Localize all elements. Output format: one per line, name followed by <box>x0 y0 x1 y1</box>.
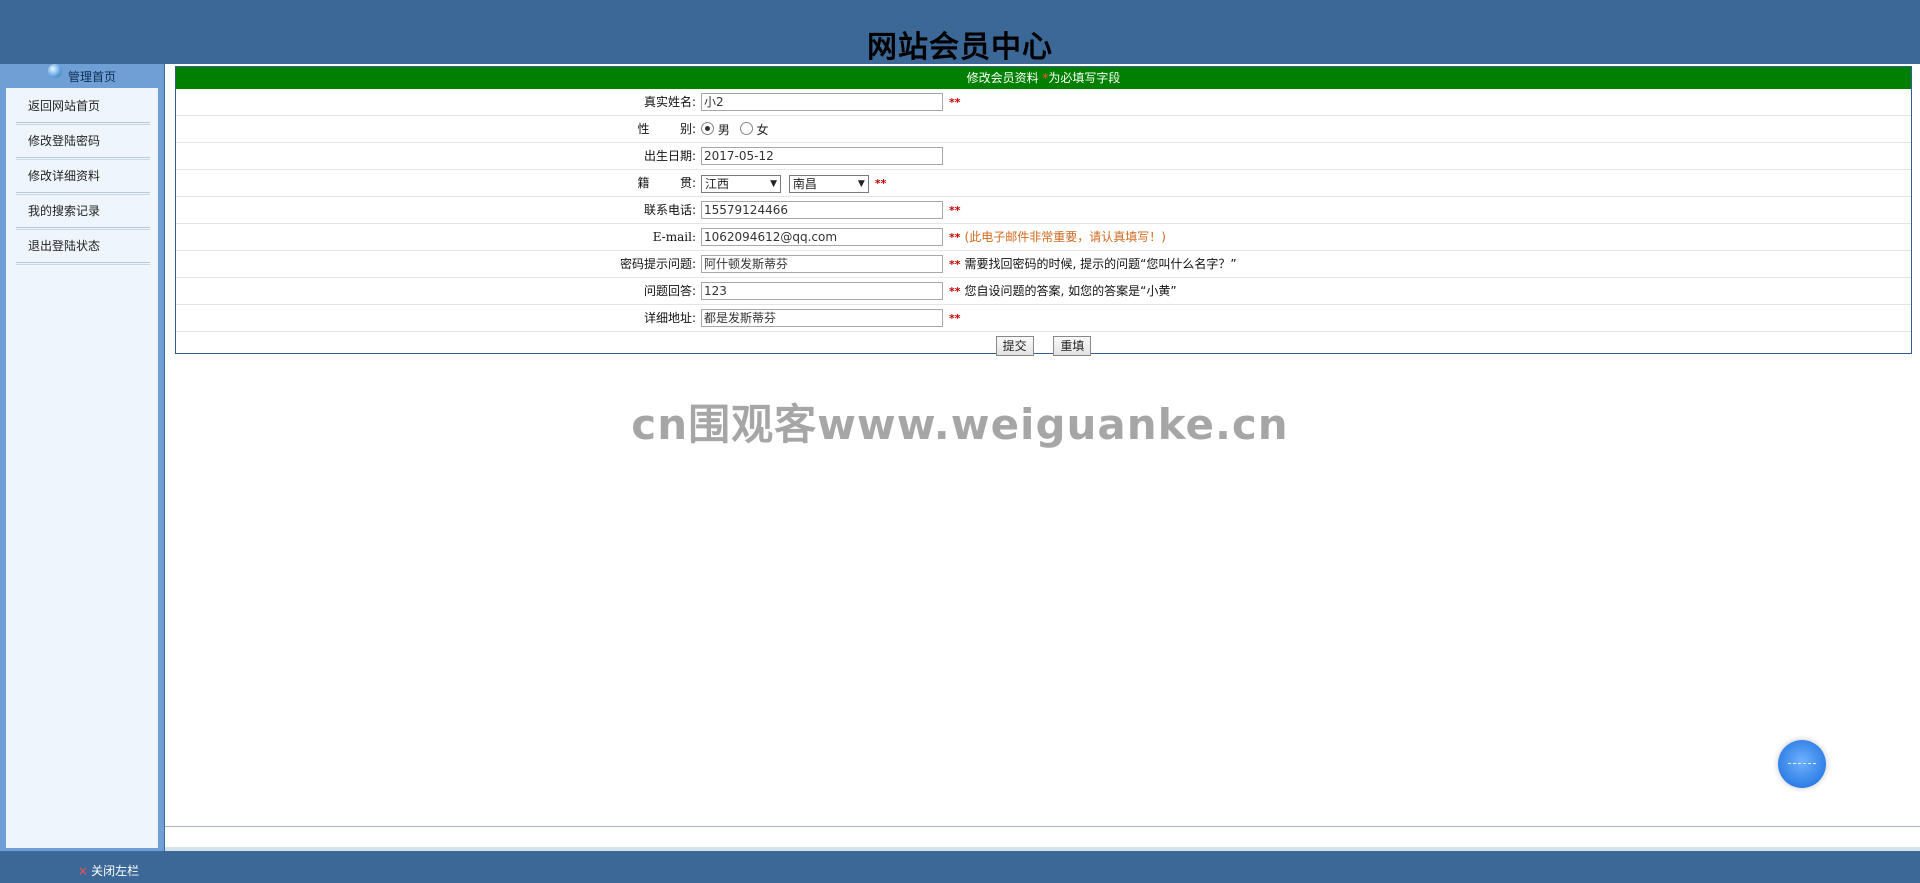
watermark: cn围观客www.weiguanke.cn <box>631 400 1289 449</box>
sidebar-item-change-password[interactable]: 修改登陆密码 <box>16 123 150 160</box>
native-place-label: 籍 贯: <box>637 176 696 190</box>
dropdown-arrow-icon: ▼ <box>770 178 777 189</box>
pw-answer-hint: 您自设问题的答案, 如您的答案是“小黄” <box>964 284 1177 298</box>
form-row-email: E-mail: **(此电子邮件非常重要，请认真填写！) <box>176 224 1911 251</box>
address-label: 详细地址: <box>643 311 696 325</box>
left-sidebar: 管理首页 返回网站首页 修改登陆密码 修改详细资料 我的搜索记录 退出登陆状态 <box>0 64 164 851</box>
form-row-pw-question: 密码提示问题: **需要找回密码的时候, 提示的问题“您叫什么名字？” <box>176 251 1911 278</box>
required-mark: ** <box>949 231 961 244</box>
phone-input[interactable] <box>701 201 943 219</box>
close-icon: × <box>78 864 89 878</box>
sidebar-item-home[interactable]: 返回网站首页 <box>16 88 150 125</box>
gender-female-label: 女 <box>756 123 769 137</box>
floating-widget-button[interactable] <box>1778 740 1826 788</box>
sidebar-header-label: 管理首页 <box>67 70 116 84</box>
form-row-pw-answer: 问题回答: **您自设问题的答案, 如您的答案是“小黄” <box>176 278 1911 305</box>
form-buttons: 提交 重填 <box>176 332 1911 360</box>
sidebar-item-label: 修改详细资料 <box>28 169 101 183</box>
pw-answer-input[interactable] <box>701 282 943 300</box>
sidebar-item-label: 我的搜索记录 <box>28 204 101 218</box>
city-select[interactable]: 南昌 ▼ <box>788 174 869 193</box>
province-select[interactable]: 江西 ▼ <box>701 174 781 193</box>
pw-question-input[interactable] <box>701 254 943 273</box>
email-hint: (此电子邮件非常重要，请认真填写！) <box>964 230 1166 244</box>
gender-male-radio[interactable] <box>701 122 714 135</box>
sidebar-panel: 返回网站首页 修改登陆密码 修改详细资料 我的搜索记录 退出登陆状态 <box>6 88 158 848</box>
footer-bar: × 关闭左栏 <box>0 856 1920 883</box>
sidebar-item-edit-profile[interactable]: 修改详细资料 <box>16 158 150 195</box>
birthday-label: 出生日期: <box>643 149 696 163</box>
required-mark: ** <box>949 96 961 109</box>
close-sidebar-label: 关闭左栏 <box>91 864 140 878</box>
form-row-birthday: 出生日期: <box>176 143 1911 170</box>
real-name-label: 真实姓名: <box>643 95 696 109</box>
profile-form: 修改会员资料 *为必填写字段 真实姓名: ** 性 别: 男 女 出生日期: <box>175 66 1912 356</box>
sidebar-item-label: 修改登陆密码 <box>28 134 101 148</box>
gender-label: 性 别: <box>637 122 696 136</box>
form-header-note: 为必填写字段 <box>1048 71 1121 85</box>
pw-question-label: 密码提示问题: <box>619 257 696 271</box>
sidebar-item-logout[interactable]: 退出登陆状态 <box>16 228 150 265</box>
email-input[interactable] <box>701 228 943 246</box>
form-row-real-name: 真实姓名: ** <box>176 89 1911 116</box>
page-title: 网站会员中心 <box>867 30 1053 65</box>
required-mark: ** <box>949 312 961 325</box>
real-name-input[interactable] <box>701 92 943 111</box>
sidebar-header[interactable]: 管理首页 <box>0 64 164 86</box>
close-sidebar-link[interactable]: × 关闭左栏 <box>78 862 139 879</box>
required-mark: ** <box>949 204 961 217</box>
main-content: 修改会员资料 *为必填写字段 真实姓名: ** 性 别: 男 女 出生日期: <box>165 64 1920 851</box>
globe-icon <box>47 64 62 78</box>
pw-answer-label: 问题回答: <box>643 284 696 298</box>
pw-question-hint: 需要找回密码的时候, 提示的问题“您叫什么名字？” <box>964 257 1237 271</box>
sidebar-item-label: 退出登陆状态 <box>28 239 101 253</box>
city-value: 南昌 <box>792 176 817 191</box>
required-mark: ** <box>874 177 887 190</box>
main-bottom-bar <box>165 847 1920 851</box>
required-mark: ** <box>949 258 961 271</box>
address-input[interactable] <box>701 308 943 327</box>
reset-button[interactable]: 重填 <box>1053 336 1092 356</box>
birthday-input[interactable] <box>701 147 943 165</box>
dropdown-arrow-icon: ▼ <box>857 178 865 189</box>
phone-label: 联系电话: <box>643 203 696 217</box>
form-row-native-place: 籍 贯: 江西 ▼ 南昌 ▼ ** <box>176 170 1911 197</box>
email-label: E-mail: <box>652 230 696 244</box>
sidebar-item-search-history[interactable]: 我的搜索记录 <box>16 193 150 230</box>
gender-male-label: 男 <box>717 123 730 137</box>
gender-female-radio[interactable] <box>739 122 753 135</box>
province-value: 江西 <box>705 176 730 191</box>
form-header-title: 修改会员资料 <box>966 71 1039 85</box>
sidebar-item-label: 返回网站首页 <box>28 99 101 113</box>
submit-button[interactable]: 提交 <box>995 336 1034 356</box>
form-row-phone: 联系电话: ** <box>176 197 1911 224</box>
form-row-address: 详细地址: ** <box>176 305 1911 332</box>
required-mark: ** <box>949 285 961 298</box>
form-row-gender: 性 别: 男 女 <box>176 116 1911 143</box>
main-divider <box>165 826 1920 827</box>
form-header: 修改会员资料 *为必填写字段 <box>176 67 1911 89</box>
